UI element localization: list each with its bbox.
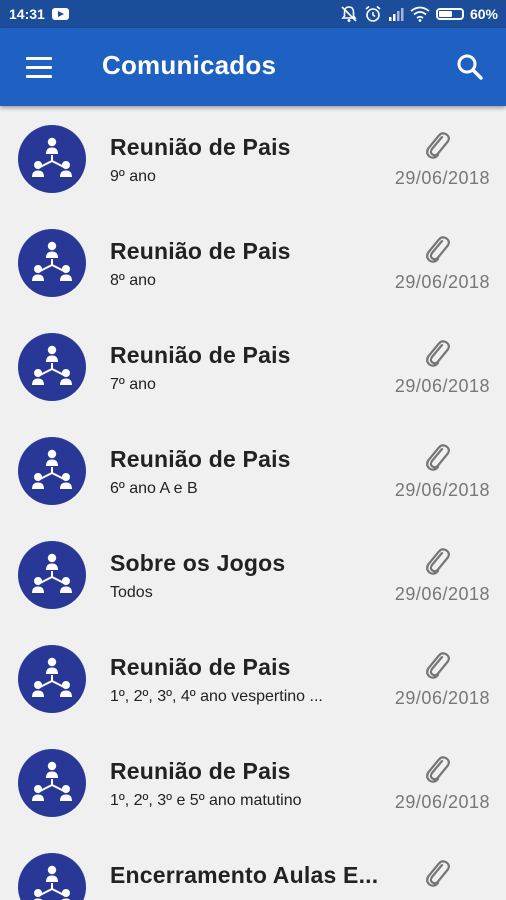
- status-time: 14:31: [9, 6, 45, 22]
- list-item[interactable]: Reunião de Pais 7º ano 29/06/2018: [0, 314, 506, 418]
- group-avatar-icon: [18, 229, 86, 297]
- item-date: 29/06/2018: [394, 584, 490, 604]
- item-title: Sobre os Jogos: [110, 550, 286, 576]
- list-item[interactable]: Reunião de Pais 1º, 2º, 3º e 5º ano matut…: [0, 730, 506, 834]
- item-subtitle: 8º ano: [110, 272, 156, 289]
- group-avatar-icon: [18, 333, 86, 401]
- group-avatar-icon: [18, 749, 86, 817]
- item-subtitle: 7º ano: [110, 376, 156, 393]
- battery-icon: [435, 8, 464, 20]
- item-date: 29/06/2018: [394, 688, 490, 708]
- group-avatar-icon: [18, 125, 86, 193]
- paperclip-icon: [422, 440, 452, 472]
- group-avatar-icon: [18, 853, 86, 900]
- signal-icon: [388, 8, 404, 21]
- battery-percent: 60%: [469, 6, 498, 22]
- item-title: Reunião de Pais: [110, 238, 291, 264]
- paperclip-icon: [422, 232, 452, 264]
- page-title: Comunicados: [102, 50, 277, 80]
- paperclip-icon: [422, 648, 452, 680]
- announcement-list: Reunião de Pais 9º ano 29/06/2018 Reunião d…: [0, 106, 506, 900]
- paperclip-icon: [422, 856, 452, 888]
- item-subtitle: 1º, 2º, 3º e 5º ano matutino: [110, 792, 302, 809]
- wifi-icon: [410, 6, 430, 22]
- item-subtitle: 6º ano A e B: [110, 480, 198, 497]
- hamburger-icon: [26, 57, 52, 60]
- status-icons: 60%: [340, 5, 498, 23]
- item-date: 29/06/2018: [394, 792, 490, 812]
- item-subtitle: 1º, 2º, 3º, 4º ano vespertino ...: [110, 688, 323, 705]
- item-title: Reunião de Pais: [110, 446, 291, 472]
- item-date: 29/06/2018: [394, 272, 490, 292]
- status-bar: 14:31 60%: [0, 0, 506, 28]
- paperclip-icon: [422, 128, 452, 160]
- search-button[interactable]: [455, 52, 489, 86]
- item-title: Reunião de Pais: [110, 654, 291, 680]
- item-title: Reunião de Pais: [110, 758, 291, 784]
- group-avatar-icon: [18, 541, 86, 609]
- list-item[interactable]: Encerramento Aulas E...: [0, 834, 506, 900]
- no-notifications-icon: [341, 6, 357, 22]
- paperclip-icon: [422, 544, 452, 576]
- item-title: Reunião de Pais: [110, 342, 291, 368]
- item-date: 29/06/2018: [394, 376, 490, 396]
- list-item[interactable]: Reunião de Pais 6º ano A e B 29/06/2018: [0, 418, 506, 522]
- paperclip-icon: [422, 752, 452, 784]
- item-date: 29/06/2018: [394, 480, 490, 500]
- youtube-notification-icon: [51, 8, 69, 20]
- alarm-icon: [365, 5, 381, 22]
- list-item[interactable]: Reunião de Pais 8º ano 29/06/2018: [0, 210, 506, 314]
- item-date: 29/06/2018: [394, 168, 490, 188]
- item-subtitle: 9º ano: [110, 168, 156, 185]
- paperclip-icon: [422, 336, 452, 368]
- group-avatar-icon: [18, 437, 86, 505]
- item-title: Encerramento Aulas E...: [110, 862, 379, 888]
- item-subtitle: Todos: [110, 584, 153, 601]
- search-icon: [457, 54, 483, 80]
- app-bar: Comunicados: [0, 28, 506, 106]
- list-item[interactable]: Reunião de Pais 1º, 2º, 3º, 4º ano vesper…: [0, 626, 506, 730]
- menu-button[interactable]: [22, 52, 56, 84]
- group-avatar-icon: [18, 645, 86, 713]
- list-item[interactable]: Reunião de Pais 9º ano 29/06/2018: [0, 106, 506, 210]
- item-title: Reunião de Pais: [110, 134, 291, 160]
- list-item[interactable]: Sobre os Jogos Todos 29/06/2018: [0, 522, 506, 626]
